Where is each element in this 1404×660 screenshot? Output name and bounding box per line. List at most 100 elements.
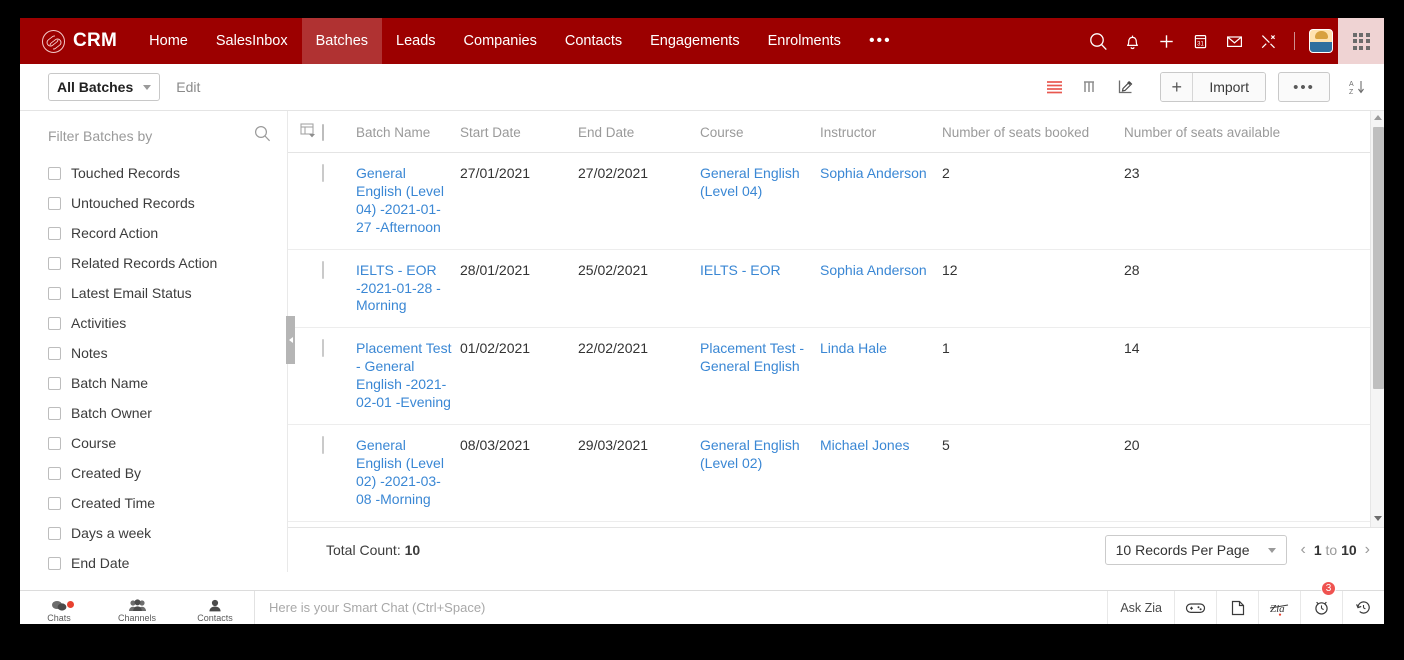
checkbox[interactable] [48,256,61,270]
nav-item-salesinbox[interactable]: SalesInbox [202,18,302,64]
row-checkbox[interactable] [322,260,324,279]
filter-item-course[interactable]: Course [48,428,287,458]
scroll-up-arrow[interactable] [1371,111,1384,124]
row-select-cell[interactable] [322,152,356,250]
filter-item-end-date[interactable]: End Date [48,548,287,572]
row-checkbox[interactable] [322,164,324,182]
scrollbar-thumb[interactable] [1373,127,1384,389]
plus-icon[interactable] [1149,18,1183,64]
nav-item-enrolments[interactable]: Enrolments [754,18,855,64]
filter-item-untouched-records[interactable]: Untouched Records [48,188,287,218]
course-link[interactable]: General English (Level 02) [700,437,812,473]
sort-az-icon[interactable]: A Z [1344,74,1370,100]
brand-logo[interactable]: CRM [20,29,135,53]
zia-icon[interactable]: Zia [1258,591,1300,624]
row-checkbox[interactable] [322,435,324,454]
chat-tab-chats[interactable]: Chats [20,599,98,624]
column-header-course[interactable]: Course [700,111,820,153]
filter-item-touched-records[interactable]: Touched Records [48,158,287,188]
checkbox[interactable] [48,556,61,570]
column-header-start-date[interactable]: Start Date [460,111,578,153]
nav-item-leads[interactable]: Leads [382,18,450,64]
bell-icon[interactable] [1115,18,1149,64]
column-header-seats-booked[interactable]: Number of seats booked [942,111,1124,153]
checkbox[interactable] [48,196,61,210]
tools-icon[interactable] [1251,18,1285,64]
envelope-icon[interactable] [1217,18,1251,64]
search-icon[interactable] [1081,18,1115,64]
course-link[interactable]: IELTS - EOR [700,262,781,280]
batch-name-link[interactable]: General English (Level 02) -2021-03-08 -… [356,437,452,509]
column-chooser-icon[interactable] [288,111,322,153]
nav-item-batches[interactable]: Batches [301,18,383,64]
select-all-checkbox[interactable] [322,123,324,141]
column-header-seats-available[interactable]: Number of seats available [1124,111,1384,153]
batch-name-link[interactable]: Placement Test - General English -2021-0… [356,340,452,412]
table-row[interactable]: IELTS Test - Life Skills -2021-02-05 - A… [288,521,1384,527]
nav-item-companies[interactable]: Companies [450,18,551,64]
filter-item-days-a-week[interactable]: Days a week [48,518,287,548]
apps-grid-button[interactable] [1338,18,1384,64]
list-view-icon[interactable] [1039,72,1069,102]
row-select-cell[interactable] [322,327,356,425]
gamepad-icon[interactable] [1174,591,1216,624]
history-icon[interactable] [1342,591,1384,624]
checkbox[interactable] [48,466,61,480]
filter-item-created-time[interactable]: Created Time [48,488,287,518]
row-select-cell[interactable] [322,249,356,329]
instructor-link[interactable]: Linda Hale [820,340,887,358]
checkbox[interactable] [48,346,61,360]
import-button[interactable]: Import [1193,73,1265,101]
kanban-view-icon[interactable] [1075,72,1105,102]
records-per-page-select[interactable]: 10 Records Per Page [1104,535,1287,565]
course-link[interactable]: General English (Level 04) [700,165,812,201]
checkbox[interactable] [48,166,61,180]
scroll-down-arrow[interactable] [1371,512,1384,525]
select-all-checkbox-cell[interactable] [322,111,356,153]
filter-item-notes[interactable]: Notes [48,338,287,368]
instructor-link[interactable]: Sophia Anderson [820,165,927,183]
smart-chat-input[interactable]: Here is your Smart Chat (Ctrl+Space) [255,591,1107,624]
filter-item-record-action[interactable]: Record Action [48,218,287,248]
ask-zia-button[interactable]: Ask Zia [1107,591,1174,624]
filter-item-latest-email-status[interactable]: Latest Email Status [48,278,287,308]
column-header-instructor[interactable]: Instructor [820,111,942,153]
checkbox[interactable] [48,376,61,390]
filter-item-batch-owner[interactable]: Batch Owner [48,398,287,428]
add-record-button[interactable]: + [1161,73,1194,101]
calendar-icon[interactable]: 31 [1183,18,1217,64]
notes-icon[interactable] [1216,591,1258,624]
search-icon[interactable] [254,125,271,147]
filter-item-created-by[interactable]: Created By [48,458,287,488]
column-header-end-date[interactable]: End Date [578,111,700,153]
table-row[interactable]: Placement Test - General English -2021-0… [288,327,1384,425]
table-row[interactable]: IELTS - EOR -2021-01-28 -Morning 28/01/2… [288,249,1384,329]
instructor-link[interactable]: Sophia Anderson [820,262,927,280]
filter-item-related-records-action[interactable]: Related Records Action [48,248,287,278]
chat-tab-contacts[interactable]: Contacts [176,599,254,624]
checkbox[interactable] [48,436,61,450]
instructor-link[interactable]: Michael Jones [820,437,910,455]
column-header-batch-name[interactable]: Batch Name [356,111,460,153]
table-row[interactable]: General English (Level 04) -2021-01-27 -… [288,152,1384,250]
checkbox[interactable] [48,406,61,420]
checkbox[interactable] [48,226,61,240]
batch-name-link[interactable]: General English (Level 04) -2021-01-27 -… [356,165,452,237]
nav-item-contacts[interactable]: Contacts [551,18,636,64]
canvas-view-icon[interactable] [1111,72,1141,102]
edit-view-link[interactable]: Edit [176,79,200,95]
nav-item-home[interactable]: Home [135,18,202,64]
checkbox[interactable] [48,286,61,300]
filter-item-activities[interactable]: Activities [48,308,287,338]
table-row[interactable]: General English (Level 02) -2021-03-08 -… [288,424,1384,522]
row-select-cell[interactable] [322,424,356,522]
nav-item-engagements[interactable]: Engagements [636,18,753,64]
chevron-right-icon[interactable]: › [1365,541,1370,559]
row-select-cell[interactable] [322,521,356,527]
chat-tab-channels[interactable]: Channels [98,599,176,624]
chevron-left-icon[interactable]: ‹ [1301,541,1306,559]
alarm-icon[interactable]: 3 [1300,581,1342,624]
more-actions-button[interactable]: ••• [1278,72,1330,102]
vertical-scrollbar[interactable] [1370,111,1384,527]
sidebar-collapse-handle[interactable] [286,316,295,364]
